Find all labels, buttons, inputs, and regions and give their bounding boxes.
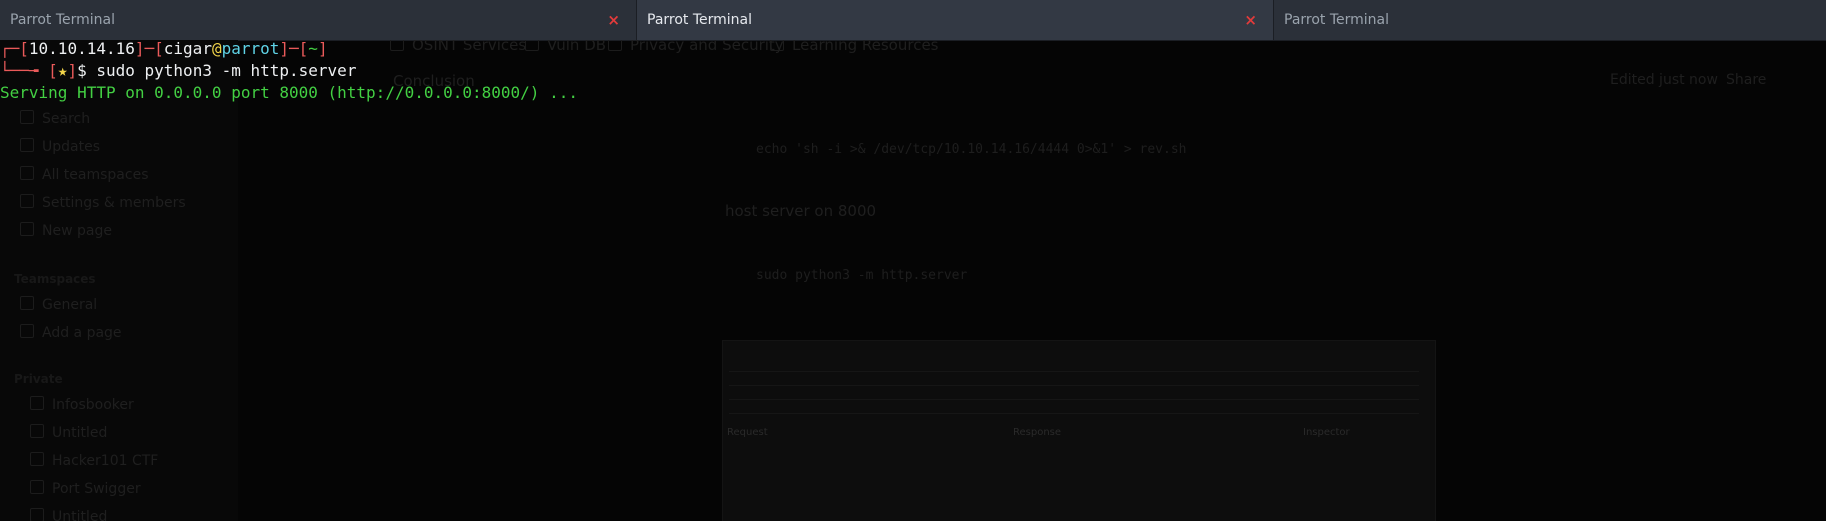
tab-parrot-terminal-1[interactable]: Parrot Terminal × <box>0 0 637 40</box>
command-line: └──╼ [★]$ sudo python3 -m http.server <box>0 60 356 82</box>
server-output: Serving HTTP on 0.0.0.0 port 8000 (http:… <box>0 83 578 102</box>
tab-title: Parrot Terminal <box>647 12 753 28</box>
close-icon[interactable]: × <box>1244 11 1257 29</box>
tab-parrot-terminal-3[interactable]: Parrot Terminal <box>1274 0 1826 40</box>
command-text: sudo python3 -m http.server <box>96 61 357 80</box>
star-icon: ★ <box>57 61 68 80</box>
tab-title: Parrot Terminal <box>1284 12 1390 28</box>
prompt-dollar: $ <box>77 61 97 80</box>
prompt-ip: 10.10.14.16 <box>28 39 135 58</box>
close-icon[interactable]: × <box>607 11 620 29</box>
prompt-bracket: ] <box>67 61 78 80</box>
prompt-user: cigar <box>163 39 212 58</box>
prompt-corner: └──╼ <box>0 61 49 80</box>
prompt-bracket: [ <box>48 61 58 80</box>
prompt-bracket: ] <box>317 39 328 58</box>
tab-parrot-terminal-2[interactable]: Parrot Terminal × <box>637 0 1274 40</box>
prompt-separator: ]─[ <box>134 39 164 58</box>
prompt-at: @ <box>211 39 222 58</box>
prompt-dir: ~ <box>308 39 318 58</box>
terminal-output[interactable]: ┌─[10.10.14.16]─[cigar@parrot]─[~] └──╼ … <box>0 38 1826 521</box>
prompt-separator: ]─[ <box>279 39 309 58</box>
prompt-line: ┌─[10.10.14.16]─[cigar@parrot]─[~] <box>0 38 328 60</box>
prompt-host: parrot <box>221 39 280 58</box>
prompt-bracket: ┌─[ <box>0 39 29 58</box>
tab-bar: Parrot Terminal × Parrot Terminal × Parr… <box>0 0 1826 41</box>
tab-title: Parrot Terminal <box>10 12 116 28</box>
